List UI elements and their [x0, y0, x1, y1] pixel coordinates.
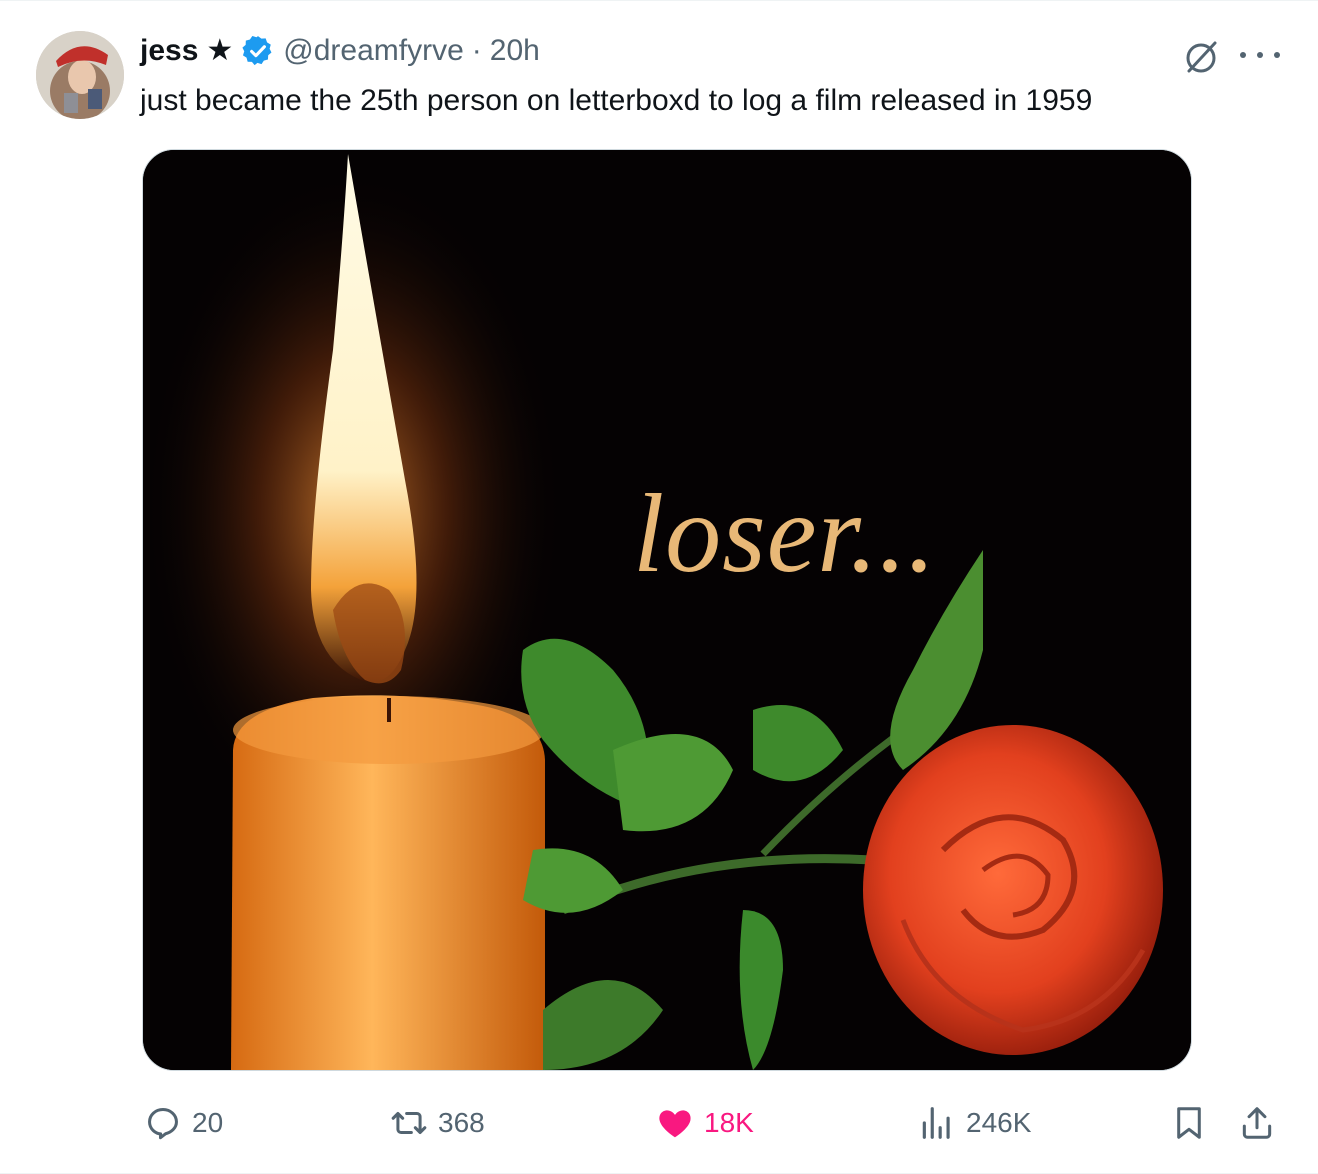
grok-icon[interactable] — [1182, 37, 1222, 77]
share-button[interactable] — [1238, 1095, 1276, 1151]
reply-count: 20 — [192, 1107, 224, 1138]
repost-count: 368 — [438, 1107, 485, 1138]
tweet-header: jess ★ @dreamfyrve · 20h — [140, 29, 540, 73]
avatar-image — [36, 31, 124, 119]
views-count: 246K — [966, 1107, 1032, 1138]
bookmark-button[interactable] — [1170, 1095, 1208, 1151]
action-bar: 20 368 18K 246K — [140, 1095, 1280, 1151]
separator-dot: · — [471, 34, 482, 67]
share-icon — [1242, 1107, 1272, 1139]
reply-icon — [148, 1108, 178, 1140]
display-name[interactable]: jess — [140, 34, 198, 68]
verified-badge-icon[interactable] — [241, 34, 275, 68]
repost-button[interactable]: 368 — [390, 1095, 485, 1151]
heart-icon — [659, 1110, 691, 1138]
bookmark-icon — [1177, 1107, 1201, 1139]
avatar[interactable] — [36, 31, 124, 119]
star-icon: ★ — [206, 34, 234, 67]
tweet-media-image[interactable]: loser... — [142, 149, 1192, 1071]
media-caption: loser... — [633, 472, 937, 596]
views-button[interactable]: 246K — [918, 1095, 1031, 1151]
repost-icon — [391, 1111, 427, 1135]
more-icon[interactable] — [1240, 35, 1280, 75]
like-count: 18K — [704, 1107, 754, 1138]
tweet-card[interactable]: jess ★ @dreamfyrve · 20h just became the… — [0, 0, 1318, 1174]
media-illustration — [143, 150, 1191, 1070]
handle[interactable]: @dreamfyrve — [283, 34, 464, 68]
views-icon — [922, 1107, 950, 1139]
like-button[interactable]: 18K — [656, 1095, 754, 1151]
reply-button[interactable]: 20 — [144, 1095, 223, 1151]
rose-icon — [863, 725, 1163, 1055]
timestamp[interactable]: 20h — [490, 34, 540, 68]
tweet-text: just became the 25th person on letterbox… — [140, 84, 1093, 117]
